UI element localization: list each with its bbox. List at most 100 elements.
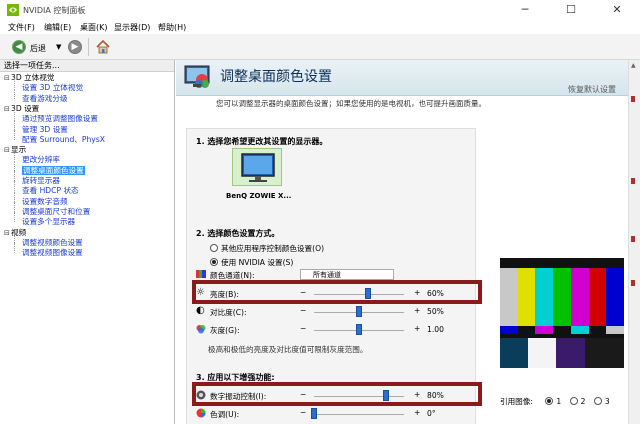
tree-link[interactable]: 调整视频图像设置 [22,248,83,258]
radio-use-nvidia[interactable]: 使用 NVIDIA 设置(S) [210,257,293,268]
reference-image-row: 引用图像: 1 2 3 [500,396,610,407]
tree-link[interactable]: 旋转显示器 [22,176,60,186]
hue-track[interactable] [314,414,404,415]
menu-bar: 文件(F) 编辑(E) 桌面(K) 显示器(D) 帮助(H) [0,20,640,34]
ref-option-3-dot[interactable] [593,397,602,405]
maximize-button[interactable]: ☐ [548,0,594,20]
tree-connector [14,181,15,192]
radio-other-apps[interactable]: 其他应用程序控制颜色设置(O) [210,243,324,254]
pluge-blocks [500,338,625,368]
tree-link-label: 设置多个显示器 [22,217,76,227]
tree-link[interactable]: 设置数字音频 [22,197,68,207]
hue-decrease[interactable]: − [300,408,306,417]
tree-link[interactable]: 调整视频颜色设置 [22,238,83,248]
home-icon[interactable] [95,39,111,55]
scroll-up-icon[interactable]: ▲ [631,62,636,69]
hue-icon [196,408,206,418]
gamma-slider[interactable] [356,324,362,335]
page-banner: 调整桌面颜色设置 恢复默认设置 [176,60,628,96]
color-bars [500,268,625,326]
task-pane-header: 选择一项任务... [0,60,174,72]
ref-option-3[interactable]: 3 [593,397,610,406]
nvidia-app-icon [7,4,19,16]
tree-link[interactable]: 调整桌面尺寸和位置 [22,207,90,217]
tree-link[interactable]: 设置 3D 立体视觉 [22,83,83,93]
page-description: 您可以调整显示器的桌面颜色设置；如果您使用的是电视机，也可提升画面质量。 [216,99,486,108]
tree-category[interactable]: ⊟视频 [4,228,26,238]
gamma-value: 1.00 [427,325,444,334]
radio-other-apps-label: 其他应用程序控制颜色设置(O) [221,244,325,253]
color-bars-strip [500,326,625,334]
close-button[interactable]: ✕ [594,0,640,20]
tree-category[interactable]: ⊟3D 设置 [4,104,39,114]
hue-label: 色调(U): [210,410,240,419]
tree-connector [14,109,15,120]
tree-link-label: 设置数字音频 [22,196,68,206]
gamma-icon [196,325,206,334]
menu-file[interactable]: 文件(F) [8,22,35,33]
tree-link[interactable]: 查看 HDCP 状态 [22,186,79,196]
tree-connector [14,88,15,99]
collapse-icon[interactable]: ⊟ [4,145,11,155]
tree-link-label: 调整桌面尺寸和位置 [22,206,91,216]
restore-defaults-link[interactable]: 恢复默认设置 [568,84,616,95]
vertical-scrollbar[interactable]: ▲ [628,60,640,424]
back-dropdown-icon[interactable]: ▼ [56,43,61,51]
collapse-icon[interactable]: ⊟ [4,228,11,238]
display-tile[interactable] [232,148,282,186]
tree-connector [14,78,15,89]
toolbar: ◀ 后退 ▼ ▶ [0,34,640,60]
ref-option-2[interactable]: 2 [569,397,586,406]
contrast-value: 50% [427,307,444,316]
tree-link[interactable]: 设置多个显示器 [22,217,75,227]
hue-slider[interactable] [311,408,317,419]
menu-desktop[interactable]: 桌面(K) [80,22,108,33]
radio-use-nvidia-label: 使用 NVIDIA 设置(S) [221,258,294,267]
tree-link[interactable]: 查看游戏分级 [22,94,68,104]
window-title: NVIDIA 控制面板 [23,6,86,15]
back-arrow-icon[interactable]: ◀ [12,40,26,54]
tree-connector [14,243,15,254]
radio-use-nvidia-dot[interactable] [210,258,218,266]
tree-link[interactable]: 配置 Surround、PhysX [22,135,105,145]
forward-arrow-icon[interactable]: ▶ [68,40,82,54]
hue-increase[interactable]: + [414,408,420,417]
hue-value: 0° [427,409,436,418]
tree-connector [14,232,15,243]
tree-link-label: 查看游戏分级 [22,93,68,103]
tree-link[interactable]: 调整桌面颜色设置 [22,165,85,176]
ref-option-1-dot[interactable] [545,397,554,405]
contrast-row: ◐ 对比度(C): − + 50% [196,306,466,318]
radio-other-apps-dot[interactable] [210,244,218,252]
ref-option-2-label: 2 [580,397,586,406]
menu-edit[interactable]: 编辑(E) [44,22,71,33]
tree-connector [14,171,15,181]
tree-link-label: 通过预览调整图像设置 [22,114,98,124]
tree-category[interactable]: ⊟显示 [4,145,26,155]
gamma-decrease[interactable]: − [300,324,306,333]
tree-link[interactable]: 更改分辨率 [22,155,60,165]
gamma-increase[interactable]: + [414,324,420,333]
menu-help[interactable]: 帮助(H) [158,22,186,33]
minimize-button[interactable]: ─ [502,0,548,20]
contrast-decrease[interactable]: − [300,306,306,315]
collapse-icon[interactable]: ⊟ [4,104,11,114]
brightness-highlight-box [192,280,482,304]
collapse-icon[interactable]: ⊟ [4,73,11,83]
color-channel-select[interactable]: 所有通道 [300,269,394,280]
menu-display[interactable]: 显示器(D) [114,22,150,33]
tree-category-label: 3D 设置 [11,103,40,113]
contrast-increase[interactable]: + [414,306,420,315]
side-marker [631,236,635,242]
tree-link-label: 设置 3D 立体视觉 [22,83,84,93]
ref-option-2-dot[interactable] [569,397,578,405]
tree-category[interactable]: ⊟3D 立体视觉 [4,73,54,83]
reference-image-label: 引用图像: [500,397,533,406]
contrast-slider[interactable] [356,306,362,317]
ref-option-1[interactable]: 1 [545,397,561,406]
back-button[interactable]: 后退 [30,43,46,54]
hue-row: 色调(U): − + 0° [196,408,466,420]
tree-connector [14,201,15,212]
tree-link[interactable]: 通过预览调整图像设置 [22,114,98,124]
tree-link[interactable]: 管理 3D 设置 [22,125,68,135]
